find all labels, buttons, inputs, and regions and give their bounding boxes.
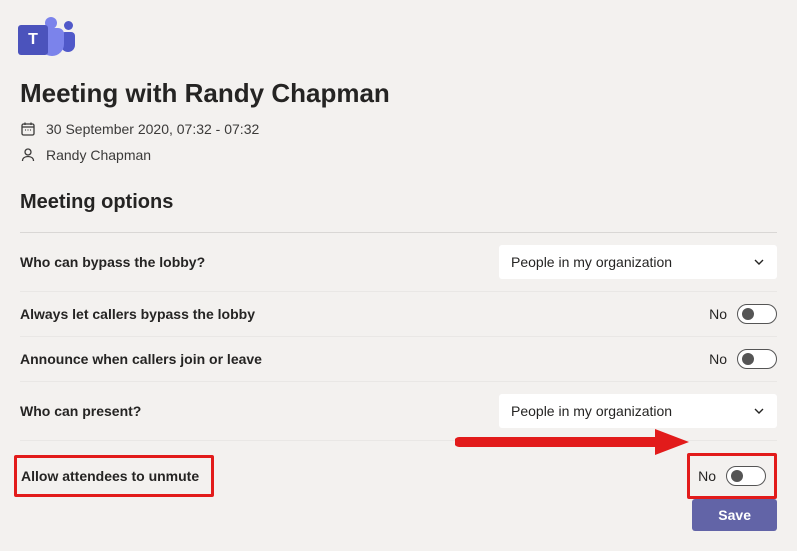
option-label-lobby: Who can bypass the lobby? [20, 254, 205, 270]
calendar-icon [20, 121, 36, 137]
meeting-datetime: 30 September 2020, 07:32 - 07:32 [46, 121, 259, 137]
announce-toggle-group: No [709, 349, 777, 369]
unmute-toggle[interactable] [726, 466, 766, 486]
option-label-callers-bypass: Always let callers bypass the lobby [20, 306, 255, 322]
option-row-announce: Announce when callers join or leave No [20, 337, 777, 382]
announce-state: No [709, 351, 727, 367]
announce-toggle[interactable] [737, 349, 777, 369]
option-label-present: Who can present? [20, 403, 141, 419]
meeting-datetime-row: 30 September 2020, 07:32 - 07:32 [20, 121, 777, 137]
option-row-present: Who can present? People in my organizati… [20, 382, 777, 441]
present-dropdown-value: People in my organization [511, 403, 672, 419]
unmute-toggle-group: No [687, 453, 777, 499]
section-title: Meeting options [20, 191, 777, 214]
person-icon [20, 147, 36, 163]
meeting-organizer: Randy Chapman [46, 147, 151, 163]
chevron-down-icon [753, 256, 765, 268]
teams-logo-icon: T [18, 20, 70, 60]
meeting-title: Meeting with Randy Chapman [20, 78, 777, 109]
callers-bypass-state: No [709, 306, 727, 322]
lobby-dropdown[interactable]: People in my organization [499, 245, 777, 279]
callers-bypass-toggle[interactable] [737, 304, 777, 324]
chevron-down-icon [753, 405, 765, 417]
callers-bypass-toggle-group: No [709, 304, 777, 324]
option-row-callers-bypass: Always let callers bypass the lobby No [20, 292, 777, 337]
option-row-unmute: Allow attendees to unmute No [20, 441, 777, 511]
present-dropdown[interactable]: People in my organization [499, 394, 777, 428]
option-label-announce: Announce when callers join or leave [20, 351, 262, 367]
option-row-lobby: Who can bypass the lobby? People in my o… [20, 233, 777, 292]
unmute-state: No [698, 468, 716, 484]
meeting-organizer-row: Randy Chapman [20, 147, 777, 163]
option-label-unmute: Allow attendees to unmute [14, 455, 214, 497]
lobby-dropdown-value: People in my organization [511, 254, 672, 270]
save-button[interactable]: Save [692, 499, 777, 531]
